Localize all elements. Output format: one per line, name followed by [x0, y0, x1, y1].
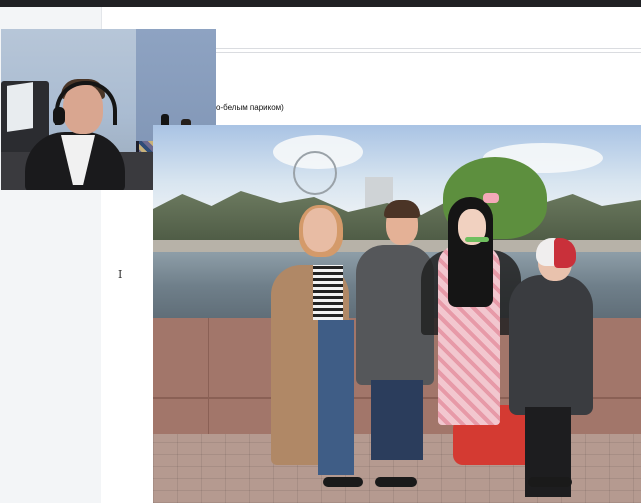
i-beam-cursor-icon: I — [118, 268, 123, 281]
photo-shoes — [323, 477, 363, 487]
photo-person-3-bamboo — [465, 237, 489, 242]
window-titlebar — [0, 0, 641, 7]
document-gutter — [101, 190, 153, 503]
photo-ferris-wheel — [293, 151, 337, 195]
photo-person-3-bow — [483, 193, 499, 203]
headset-earcup — [53, 107, 65, 125]
webcam-light-panel — [7, 82, 33, 132]
photo-wall-joint — [208, 318, 209, 436]
photo-shoes — [528, 477, 572, 487]
document-divider-second — [216, 52, 641, 53]
photo-person-1-jeans — [318, 320, 354, 475]
photo-person-4-jacket — [509, 275, 593, 415]
document-photo[interactable] — [153, 125, 641, 503]
photo-shoes — [375, 477, 417, 487]
photo-caption-text: о-белым париком) — [216, 103, 284, 112]
photo-person-1-shirt — [313, 265, 343, 320]
document-divider-top — [216, 48, 641, 49]
photo-person-1-face — [303, 208, 337, 252]
photo-person-2-hair — [384, 200, 420, 218]
photo-person-2-jeans — [371, 380, 423, 460]
screen: о-белым париком) I — [0, 0, 641, 503]
